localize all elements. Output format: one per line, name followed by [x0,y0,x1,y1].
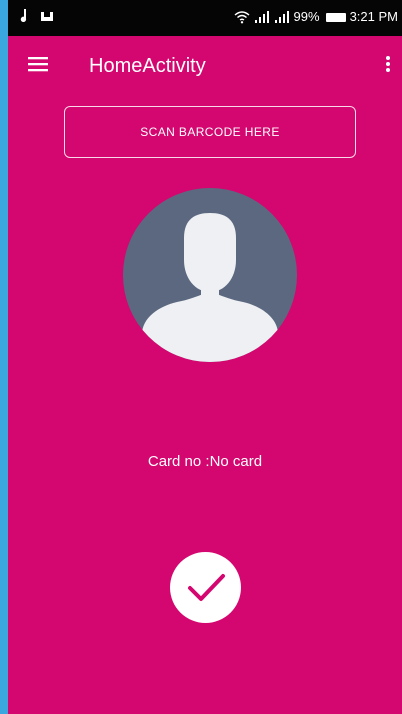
app-title: HomeActivity [89,55,206,77]
overflow-menu-icon[interactable] [384,52,392,76]
music-note-icon [20,9,27,23]
card-number-text: Card no :No card [147,453,263,470]
signal-icon-2 [274,11,289,23]
status-bar: 99% 3:21 PM [8,0,402,36]
wifi-icon [234,11,250,24]
app-bar: HomeActivity [8,36,402,98]
phone-screen: 99% 3:21 PM HomeActivity SCAN BARCODE HE… [8,0,402,714]
confirm-button[interactable] [170,552,241,623]
scan-barcode-button[interactable]: SCAN BARCODE HERE [64,106,356,158]
hamburger-menu-icon[interactable] [28,54,48,74]
scan-barcode-label: SCAN BARCODE HERE [140,125,280,139]
battery-icon [325,12,346,22]
checkmark-icon [188,574,225,601]
notification-icon [41,12,53,21]
status-bar-right: 99% 3:21 PM [234,8,398,26]
clock: 3:21 PM [349,9,398,24]
person-avatar-icon [142,213,278,362]
status-bar-left [18,8,54,24]
battery-percent: 99% [293,9,320,24]
signal-icon [254,11,269,23]
avatar [123,188,297,362]
